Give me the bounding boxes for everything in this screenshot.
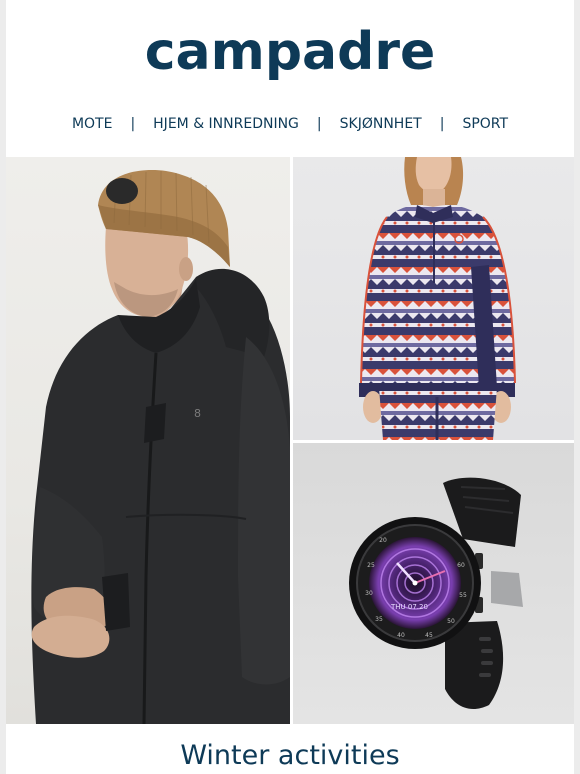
product-tile-base-layer[interactable] [293, 157, 574, 440]
bezel-label: 45 [425, 632, 433, 639]
bezel-label: 30 [365, 590, 373, 597]
svg-text:8: 8 [194, 407, 201, 420]
smartwatch-photo: THU 07.20 20 25 30 35 40 45 50 55 60 [349, 477, 523, 710]
bezel-label: 20 [379, 537, 387, 544]
knit-sweater-photo [359, 157, 516, 440]
bezel-label: 60 [457, 562, 465, 569]
nav-item-mote[interactable]: MOTE [72, 116, 113, 132]
watch-date-text: THU 07.20 [390, 603, 428, 611]
bezel-label: 40 [397, 632, 405, 639]
jacket-and-beanie-photo: 8 [31, 170, 290, 724]
main-navigation: MOTE | HJEM & INNREDNING | SKJØNNHET | S… [6, 112, 574, 136]
section-title: Winter activities [180, 740, 400, 771]
product-tile-jacket[interactable]: 8 [6, 157, 290, 724]
nav-separator: | [439, 116, 445, 132]
nav-separator: | [130, 116, 136, 132]
bezel-label: 35 [375, 616, 383, 623]
bezel-label: 25 [367, 562, 375, 569]
product-tile-smartwatch[interactable]: THU 07.20 20 25 30 35 40 45 50 55 60 [293, 443, 574, 724]
brand-logo[interactable]: campadre [6, 20, 574, 84]
bezel-label: 55 [459, 592, 467, 599]
nav-item-skjonnhet[interactable]: SKJØNNHET [340, 116, 422, 132]
email-container: campadre MOTE | HJEM & INNREDNING | SKJØ… [6, 0, 574, 774]
nav-item-sport[interactable]: SPORT [462, 116, 508, 132]
bezel-label: 50 [447, 618, 455, 625]
nav-separator: | [316, 116, 322, 132]
nav-item-hjem-innredning[interactable]: HJEM & INNREDNING [153, 116, 299, 132]
